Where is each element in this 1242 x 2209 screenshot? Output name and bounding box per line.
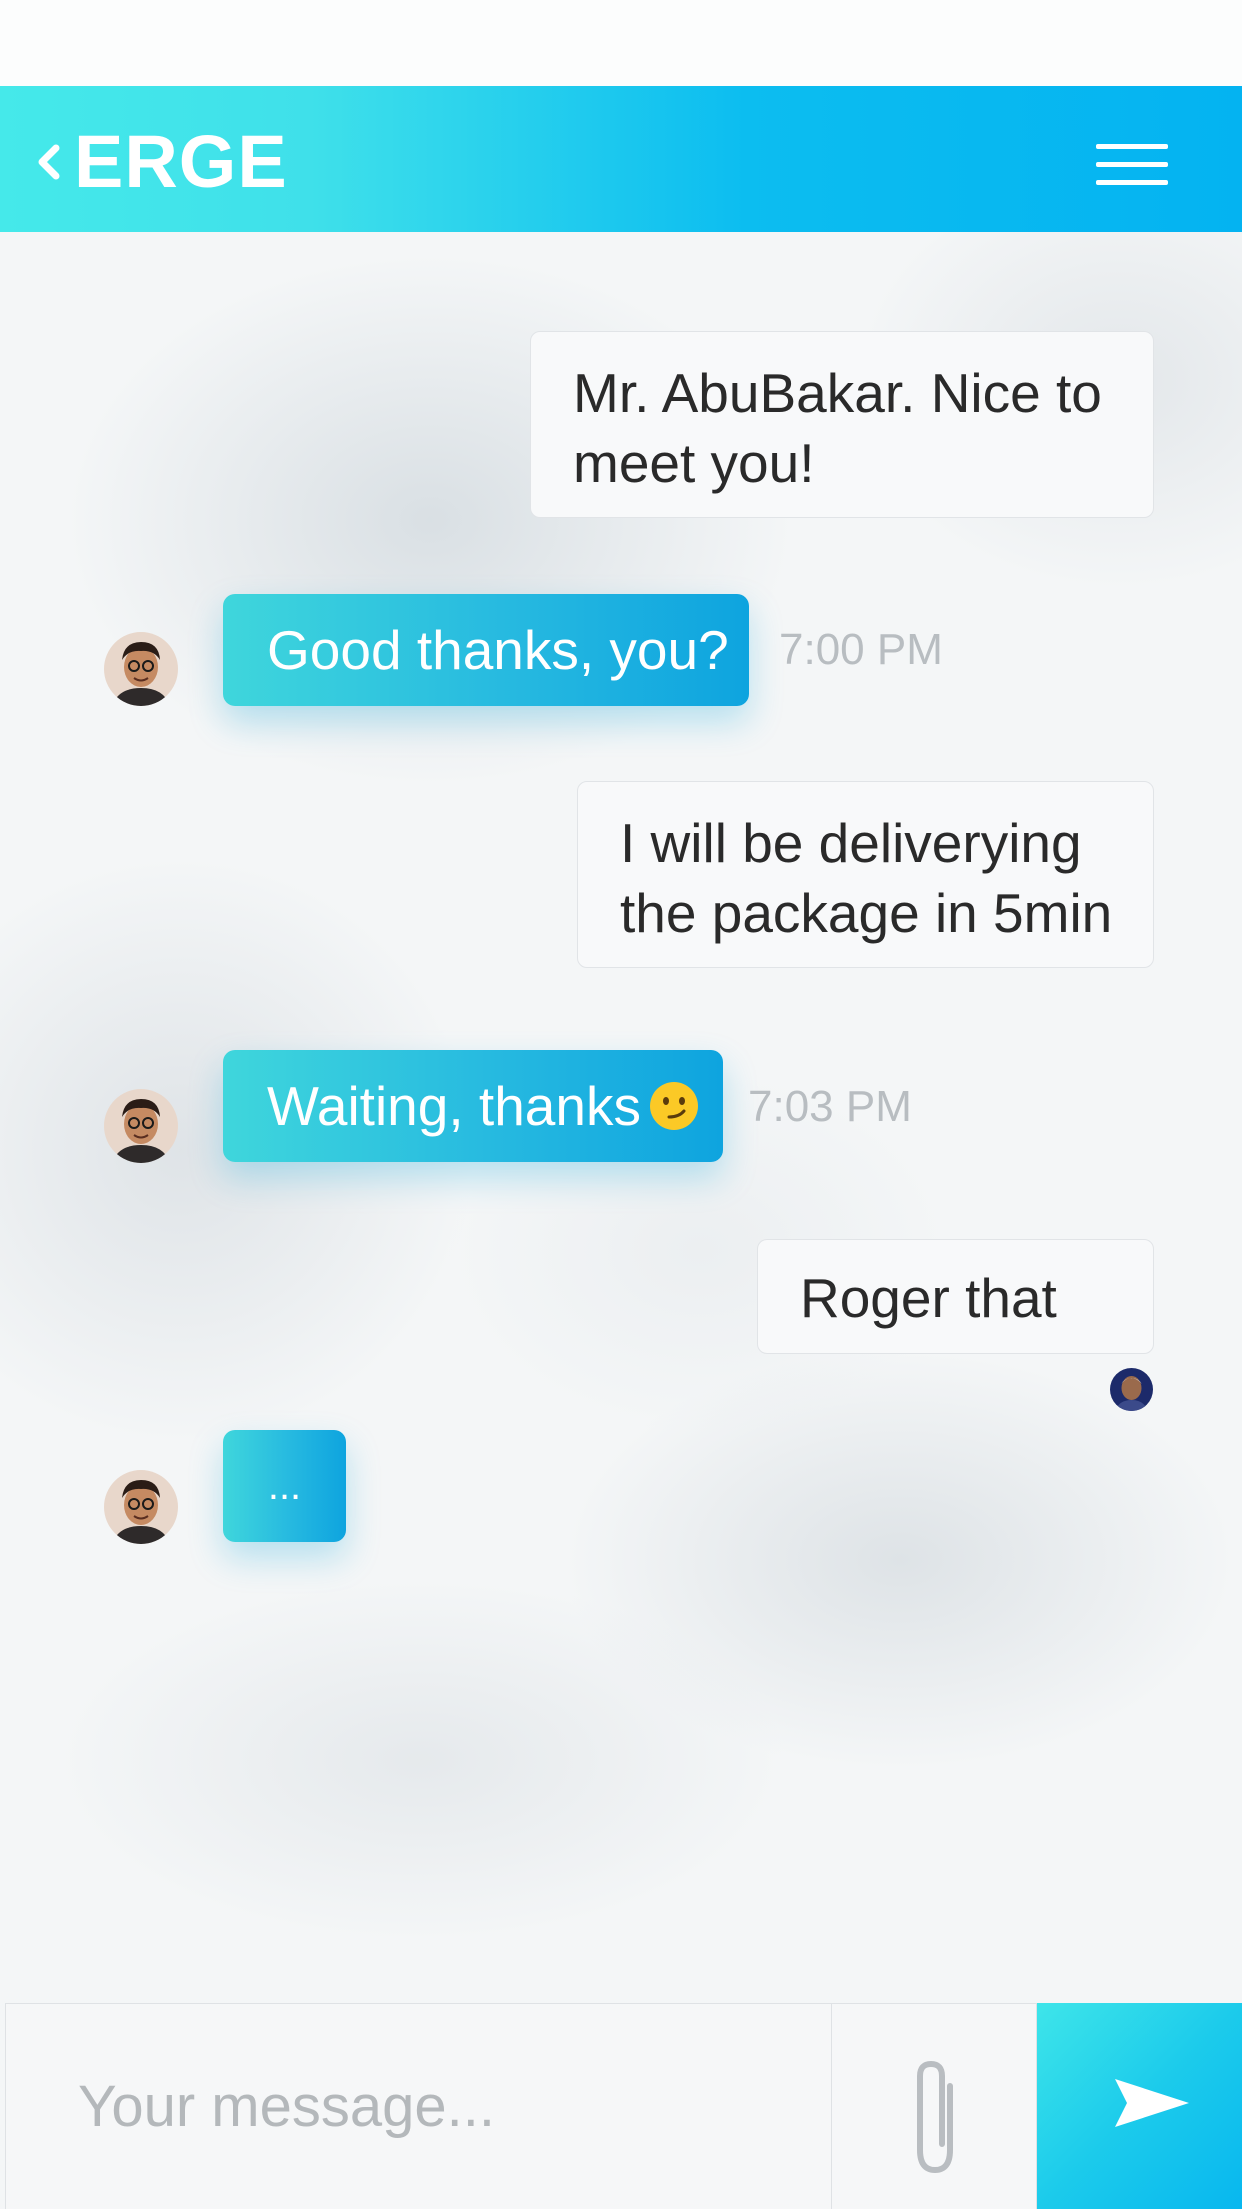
- contact-avatar[interactable]: [104, 1470, 178, 1544]
- brand-logo: ERGE: [74, 120, 288, 203]
- app-header: ERGE: [0, 86, 1242, 232]
- attach-button[interactable]: [831, 2003, 1037, 2209]
- hamburger-menu-icon[interactable]: [1086, 132, 1168, 192]
- message-input[interactable]: [5, 2003, 831, 2209]
- status-bar-area: [0, 0, 1242, 86]
- message-text-line: the package in 5min: [620, 882, 1113, 944]
- message-text: Waiting, thanks: [267, 1075, 641, 1137]
- message-text-line: meet you!: [573, 432, 815, 494]
- message-outgoing: I will be deliverying the package in 5mi…: [577, 781, 1154, 968]
- paperclip-icon: [917, 2060, 953, 2174]
- message-outgoing: Mr. AbuBakar. Nice to meet you!: [530, 331, 1154, 518]
- message-outgoing: Roger that: [757, 1239, 1154, 1354]
- message-timestamp: 7:03 PM: [748, 1082, 912, 1131]
- chevron-left-icon[interactable]: [34, 142, 64, 182]
- message-text: Roger that: [800, 1267, 1057, 1329]
- contact-avatar[interactable]: [104, 632, 178, 706]
- smirk-emoji-icon: [650, 1082, 698, 1130]
- message-text-line: I will be deliverying: [620, 812, 1082, 874]
- message-composer: [0, 2003, 1242, 2209]
- message-incoming: Good thanks, you?: [223, 594, 749, 706]
- contact-avatar[interactable]: [104, 1089, 178, 1163]
- message-text: Good thanks, you?: [267, 619, 729, 681]
- message-text-line: Mr. AbuBakar. Nice to: [573, 362, 1102, 424]
- read-receipt-avatar: [1110, 1368, 1153, 1411]
- send-button[interactable]: [1037, 2003, 1242, 2209]
- typing-indicator: ...: [223, 1430, 346, 1542]
- message-incoming: Waiting, thanks: [223, 1050, 723, 1162]
- typing-dots: ...: [267, 1464, 302, 1508]
- send-arrow-icon: [1115, 2079, 1189, 2127]
- message-timestamp: 7:00 PM: [779, 625, 943, 674]
